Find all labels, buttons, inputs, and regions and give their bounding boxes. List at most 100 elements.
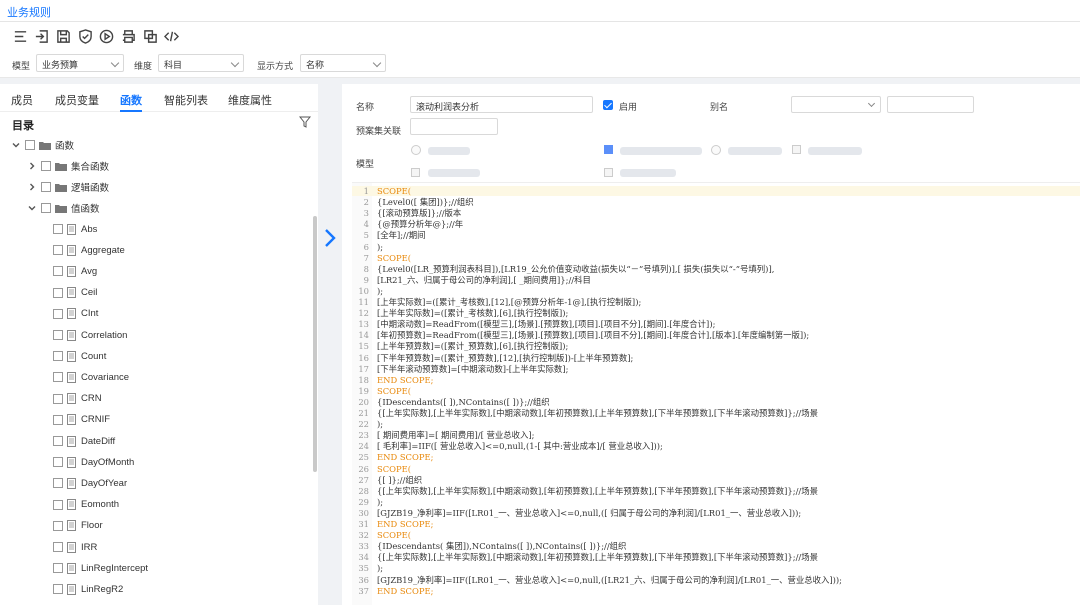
tree-checkbox[interactable] <box>53 308 63 319</box>
name-input[interactable]: 滚动利润表分析 <box>410 96 593 113</box>
code-line: 5 [全年];//期间 <box>352 230 1080 240</box>
tree-checkbox[interactable] <box>53 287 63 298</box>
tab-functions[interactable]: 函数 <box>120 92 142 108</box>
copy-icon[interactable] <box>142 28 158 44</box>
shield-icon[interactable] <box>77 28 93 44</box>
code-text: [GJZB19_净利率]=IIF([LR01_一、营业总收入]<=0,null,… <box>377 507 802 518</box>
chevron-down-icon <box>867 99 876 108</box>
tab-member-variables[interactable]: 成员变量 <box>55 92 99 108</box>
line-number: 27 <box>358 474 369 485</box>
tree-item[interactable]: Ceil <box>53 285 97 301</box>
import-icon[interactable] <box>33 28 49 44</box>
code-line: 3 {[滚动预算版]};//版本 <box>352 208 1080 218</box>
model-option-checkbox[interactable] <box>604 168 613 177</box>
tab-dimension-attributes[interactable]: 维度属性 <box>228 92 272 108</box>
tree-item[interactable]: Correlation <box>53 327 127 343</box>
filter-icon[interactable] <box>299 116 311 128</box>
tree-item-label: Correlation <box>81 329 128 341</box>
tree-checkbox[interactable] <box>53 542 63 552</box>
code-editor[interactable]: 1 SCOPE(2 {Level0([ 集团])};//组织 3 {[滚动预算版]};/… <box>352 182 1080 605</box>
tree-checkbox[interactable] <box>53 563 63 574</box>
tab-members[interactable]: 成员 <box>11 92 33 108</box>
tree-item-label: LinRegR2 <box>81 583 124 595</box>
tree-checkbox[interactable] <box>41 203 51 213</box>
tab-smart-lists[interactable]: 智能列表 <box>164 92 208 108</box>
enabled-checkbox[interactable] <box>603 100 613 110</box>
model-select[interactable]: 业务预算 <box>36 54 124 72</box>
tree-checkbox[interactable] <box>41 161 51 171</box>
save-icon[interactable] <box>55 28 71 44</box>
chevron-right-icon[interactable] <box>28 162 36 170</box>
play-icon[interactable] <box>98 28 114 44</box>
tree-item[interactable]: CInt <box>53 306 98 322</box>
tree-checkbox[interactable] <box>53 584 63 595</box>
print-icon[interactable] <box>120 28 136 44</box>
chevron-down-icon[interactable] <box>28 204 36 212</box>
tree-checkbox[interactable] <box>25 140 35 150</box>
tree-item[interactable]: Eomonth <box>53 497 119 513</box>
dimension-select[interactable]: 科目 <box>158 54 244 72</box>
model-option-radio[interactable] <box>711 145 721 155</box>
tree-item-label: CRN <box>81 393 102 405</box>
left-panel: 成员 成员变量 函数 智能列表 维度属性 目录 函数 集合函数 逻辑函数 值函数 Abs… <box>0 84 318 605</box>
tree-checkbox[interactable] <box>53 351 63 362</box>
tree-checkbox[interactable] <box>53 393 63 404</box>
tree-group-logic-functions[interactable]: 逻辑函数 <box>28 179 109 195</box>
tree-checkbox[interactable] <box>41 182 51 192</box>
display-mode-select[interactable]: 名称 <box>300 54 386 72</box>
model-option-checkbox[interactable] <box>792 145 801 154</box>
tree-checkbox[interactable] <box>53 457 63 468</box>
chevron-right-icon[interactable] <box>321 227 339 249</box>
tree-checkbox[interactable] <box>53 520 63 531</box>
line-number: 10 <box>358 285 369 296</box>
tree-item[interactable]: DayOfYear <box>53 475 127 491</box>
tree-item[interactable]: Aggregate <box>53 242 125 258</box>
code-line: 30 [GJZB19_净利率]=IIF([LR01_一、营业总收入]<=0,nul… <box>352 508 1080 518</box>
tree-item[interactable]: LinRegR2 <box>53 581 123 597</box>
code-line: 33 {IDescendants( 集团]),NContains([ ]),NCo… <box>352 541 1080 551</box>
tree-item[interactable]: Count <box>53 348 106 364</box>
tree-checkbox[interactable] <box>53 245 63 256</box>
line-number: 11 <box>358 297 369 307</box>
tree-item[interactable]: DateDiff <box>53 433 115 449</box>
tree-checkbox[interactable] <box>53 414 63 425</box>
model-option-checkbox[interactable] <box>411 168 420 177</box>
chevron-down-icon[interactable] <box>12 141 20 149</box>
tree-item[interactable]: Floor <box>53 518 103 534</box>
tree-item[interactable]: CRNIF <box>53 412 110 428</box>
tree-item[interactable]: Covariance <box>53 369 129 385</box>
tree-checkbox[interactable] <box>53 330 63 340</box>
code-line: 25 END SCOPE; <box>352 452 1080 462</box>
tree-checkbox[interactable] <box>53 224 63 234</box>
tree-checkbox[interactable] <box>53 266 63 277</box>
code-text: ); <box>377 285 384 296</box>
tree-item[interactable]: Abs <box>53 221 97 237</box>
tree-item[interactable]: CRN <box>53 391 102 407</box>
tree-item[interactable]: DayOfMonth <box>53 454 134 470</box>
scheme-association-input[interactable] <box>410 118 498 135</box>
tree-group-value-functions[interactable]: 值函数 <box>28 200 100 216</box>
code-icon[interactable] <box>163 28 179 44</box>
menu-icon[interactable] <box>12 28 28 44</box>
model-option-radio[interactable] <box>411 145 421 155</box>
tree-root-functions[interactable]: 函数 <box>12 137 74 153</box>
tree-item[interactable]: LinRegIntercept <box>53 560 148 576</box>
code-text: SCOPE( <box>377 252 412 263</box>
line-number: 20 <box>358 396 369 407</box>
code-text: [ 期间费用率]=[ 期间费用]/[ 营业总收入]; <box>377 430 535 441</box>
alias-select[interactable] <box>791 96 881 113</box>
tree-checkbox[interactable] <box>53 499 63 510</box>
tree-checkbox[interactable] <box>53 478 63 489</box>
tree-scrollbar[interactable] <box>313 216 317 472</box>
tree-item[interactable]: Avg <box>53 263 97 279</box>
tree-checkbox[interactable] <box>53 436 63 446</box>
tree-item[interactable]: IRR <box>53 539 97 555</box>
code-text: END SCOPE; <box>377 585 434 596</box>
chevron-down-icon <box>230 58 240 68</box>
tree-checkbox[interactable] <box>53 372 63 383</box>
chevron-right-icon[interactable] <box>28 183 36 191</box>
line-number: 16 <box>358 352 369 363</box>
tree-group-set-functions[interactable]: 集合函数 <box>28 158 109 174</box>
model-option-checkbox-selected[interactable] <box>604 145 613 154</box>
alias-input[interactable] <box>887 96 974 113</box>
